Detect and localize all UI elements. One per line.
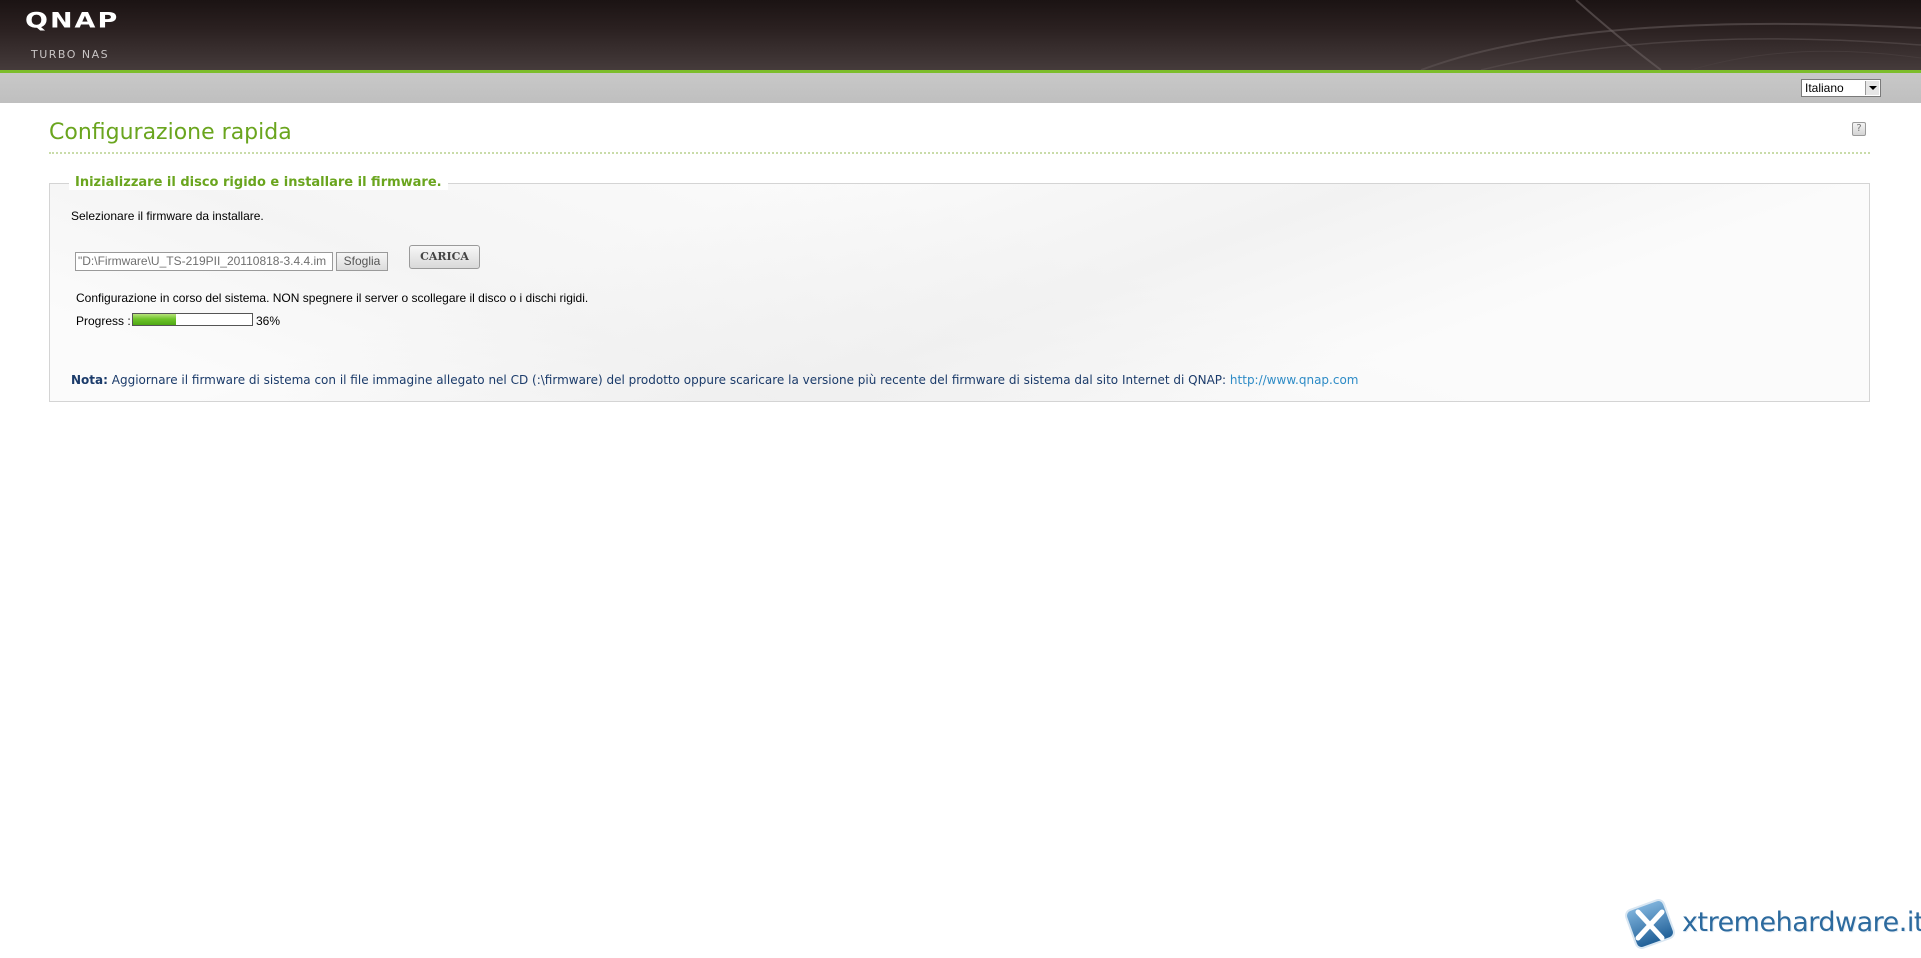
note-label: Nota: xyxy=(71,373,108,387)
help-icon[interactable]: ? xyxy=(1852,122,1866,136)
page-title: Configurazione rapida xyxy=(49,120,292,145)
header-decoration xyxy=(1420,0,1921,70)
title-divider xyxy=(49,152,1870,154)
progress-label: Progress : xyxy=(76,314,131,328)
note: Nota: Aggiornare il firmware di sistema … xyxy=(71,373,1358,387)
language-select[interactable]: Italiano xyxy=(1801,79,1881,97)
progress-percent: 36% xyxy=(256,314,281,328)
watermark-text: xtremehardware.it xyxy=(1682,907,1921,938)
firmware-file-input[interactable]: "D:\Firmware\U_TS-219PII_20110818-3.4.4.… xyxy=(75,252,333,271)
panel-legend: Inizializzare il disco rigido e installa… xyxy=(69,175,448,190)
header: QNAP TURBO NAS xyxy=(0,0,1921,70)
upload-button[interactable]: CARICA xyxy=(409,245,480,269)
language-selected-value: Italiano xyxy=(1805,81,1844,95)
chevron-down-icon[interactable] xyxy=(1865,81,1879,95)
browse-button[interactable]: Sfoglia xyxy=(336,252,388,271)
language-bar: Italiano xyxy=(0,73,1921,103)
status-message: Configurazione in corso del sistema. NON… xyxy=(76,291,589,305)
xtremehardware-logo-icon xyxy=(1625,899,1675,949)
progress-bar-fill xyxy=(133,314,176,325)
qnap-website-link[interactable]: http://www.qnap.com xyxy=(1230,373,1359,387)
progress-bar xyxy=(132,313,253,326)
instruction-text: Selezionare il firmware da installare. xyxy=(71,209,264,223)
watermark: xtremehardware.it xyxy=(1622,898,1921,952)
turbo-nas-subtitle: TURBO NAS xyxy=(31,48,110,61)
qnap-logo: QNAP xyxy=(25,9,120,34)
note-text: Aggiornare il firmware di sistema con il… xyxy=(111,373,1227,387)
